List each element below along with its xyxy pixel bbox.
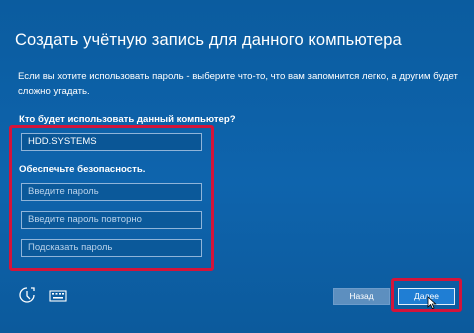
form-highlight-box — [9, 125, 214, 271]
accessibility-icon[interactable] — [17, 286, 37, 304]
page-description: Если вы хотите использовать пароль - выб… — [18, 71, 458, 97]
back-button[interactable]: Назад — [333, 288, 390, 305]
who-label: Кто будет использовать данный компьютер? — [19, 114, 236, 125]
page-title: Создать учётную запись для данного компь… — [15, 31, 402, 49]
keyboard-icon[interactable] — [48, 287, 68, 305]
mouse-cursor-icon — [427, 296, 437, 310]
